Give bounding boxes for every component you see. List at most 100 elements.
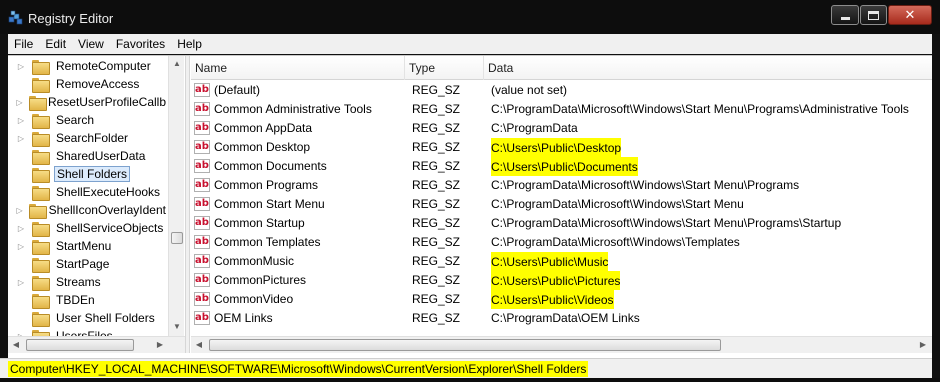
- tree-vertical-scroll-thumb[interactable]: [171, 232, 183, 244]
- list-row[interactable]: ab Common Start Menu REG_SZ C:\ProgramDa…: [191, 195, 932, 214]
- list-horizontal-scroll-thumb[interactable]: [209, 339, 721, 351]
- list-row[interactable]: ab OEM Links REG_SZ C:\ProgramData\OEM L…: [191, 309, 932, 328]
- tree-vertical-scrollbar[interactable]: ▲ ▼: [168, 56, 184, 336]
- menu-file[interactable]: File: [8, 37, 39, 51]
- expand-arrow-icon[interactable]: ▷: [16, 98, 23, 107]
- tree-item-label: UsersFiles: [56, 329, 113, 336]
- expand-arrow-icon[interactable]: ▷: [16, 242, 26, 251]
- scroll-right-icon[interactable]: ▶: [915, 337, 931, 353]
- tree-item-label: RemoveAccess: [56, 77, 140, 91]
- value-name: CommonMusic: [214, 254, 295, 268]
- value-type: REG_SZ: [412, 121, 461, 135]
- folder-icon: [32, 131, 50, 147]
- list-row[interactable]: ab CommonVideo REG_SZ C:\Users\Public\Vi…: [191, 290, 932, 309]
- value-type: REG_SZ: [412, 273, 461, 287]
- pane-splitter[interactable]: [185, 56, 190, 353]
- title-bar[interactable]: Registry Editor ✕: [0, 0, 940, 34]
- value-data: C:\ProgramData\Microsoft\Windows\Start M…: [491, 216, 842, 230]
- tree-item[interactable]: ▷ ShellIconOverlayIdent: [8, 201, 168, 219]
- list-row[interactable]: ab (Default) REG_SZ (value not set): [191, 81, 932, 100]
- folder-icon: [32, 257, 50, 273]
- column-header-name[interactable]: Name: [191, 56, 405, 80]
- menu-edit[interactable]: Edit: [39, 37, 72, 51]
- tree-item[interactable]: ▷ Search: [8, 111, 168, 129]
- scroll-up-icon[interactable]: ▲: [169, 56, 184, 72]
- value-data: (value not set): [491, 83, 568, 97]
- scroll-left-icon[interactable]: ◀: [191, 337, 207, 353]
- minimize-button[interactable]: [831, 5, 859, 25]
- tree-item[interactable]: ▷ SearchFolder: [8, 129, 168, 147]
- tree-item[interactable]: ▷ UsersFiles: [8, 327, 168, 336]
- tree-item[interactable]: TBDEn: [8, 291, 168, 309]
- value-name: (Default): [214, 83, 261, 97]
- tree-item[interactable]: ▷ RemoteComputer: [8, 57, 168, 75]
- list-row[interactable]: ab Common Startup REG_SZ C:\ProgramData\…: [191, 214, 932, 233]
- expand-arrow-icon[interactable]: ▷: [16, 224, 26, 233]
- folder-icon: [32, 221, 50, 237]
- folder-icon: [32, 149, 50, 165]
- list-header: Name Type Data: [191, 56, 932, 80]
- tree-item[interactable]: ▷ Streams: [8, 273, 168, 291]
- list-row[interactable]: ab CommonPictures REG_SZ C:\Users\Public…: [191, 271, 932, 290]
- tree-item[interactable]: ▷ ShellServiceObjects: [8, 219, 168, 237]
- folder-icon: [29, 95, 47, 111]
- list-row[interactable]: ab Common Templates REG_SZ C:\ProgramDat…: [191, 233, 932, 252]
- tree-item[interactable]: ShellExecuteHooks: [8, 183, 168, 201]
- list-row[interactable]: ab CommonMusic REG_SZ C:\Users\Public\Mu…: [191, 252, 932, 271]
- menu-favorites[interactable]: Favorites: [110, 37, 171, 51]
- expand-arrow-icon[interactable]: ▷: [16, 134, 26, 143]
- maximize-icon: [868, 10, 879, 20]
- maximize-button[interactable]: [860, 5, 887, 25]
- value-name: CommonPictures: [214, 273, 307, 287]
- string-value-icon: ab: [194, 140, 210, 154]
- list-row[interactable]: ab Common Programs REG_SZ C:\ProgramData…: [191, 176, 932, 195]
- column-header-type[interactable]: Type: [405, 56, 484, 80]
- expand-arrow-icon[interactable]: ▷: [16, 206, 23, 215]
- column-header-data[interactable]: Data: [484, 56, 932, 80]
- status-bar: Computer\HKEY_LOCAL_MACHINE\SOFTWARE\Mic…: [0, 358, 932, 378]
- tree-item[interactable]: ▷ ResetUserProfileCallb: [8, 93, 168, 111]
- tree-horizontal-scroll-thumb[interactable]: [26, 339, 134, 351]
- list-row[interactable]: ab Common Administrative Tools REG_SZ C:…: [191, 100, 932, 119]
- tree-item-label: Search: [56, 113, 95, 127]
- value-type: REG_SZ: [412, 159, 461, 173]
- value-data: C:\ProgramData\Microsoft\Windows\Templat…: [491, 235, 740, 249]
- list-row[interactable]: ab Common Documents REG_SZ C:\Users\Publ…: [191, 157, 932, 176]
- tree-item[interactable]: StartPage: [8, 255, 168, 273]
- scroll-right-icon[interactable]: ▶: [152, 337, 168, 353]
- folder-icon: [32, 167, 50, 183]
- list-horizontal-scrollbar[interactable]: ◀ ▶: [191, 336, 932, 353]
- list-row[interactable]: ab Common Desktop REG_SZ C:\Users\Public…: [191, 138, 932, 157]
- tree-item-label: ResetUserProfileCallb: [47, 95, 166, 109]
- tree-item[interactable]: User Shell Folders: [8, 309, 168, 327]
- tree-item[interactable]: RemoveAccess: [8, 75, 168, 93]
- value-type: REG_SZ: [412, 197, 461, 211]
- tree-item-shell-folders[interactable]: Shell Folders: [8, 165, 168, 183]
- folder-icon: [29, 203, 48, 219]
- value-type: REG_SZ: [412, 83, 461, 97]
- value-name: Common Administrative Tools: [214, 102, 372, 116]
- string-value-icon: ab: [194, 292, 210, 306]
- expand-arrow-icon[interactable]: ▷: [16, 116, 26, 125]
- string-value-icon: ab: [194, 178, 210, 192]
- tree-horizontal-scrollbar[interactable]: ◀ ▶: [8, 336, 185, 353]
- tree-item[interactable]: SharedUserData: [8, 147, 168, 165]
- string-value-icon: ab: [194, 216, 210, 230]
- folder-icon: [32, 113, 50, 129]
- list-row[interactable]: ab Common AppData REG_SZ C:\ProgramData: [191, 119, 932, 138]
- string-value-icon: ab: [194, 235, 210, 249]
- value-type: REG_SZ: [412, 140, 461, 154]
- scroll-left-icon[interactable]: ◀: [8, 337, 24, 353]
- tree-item[interactable]: ▷ StartMenu: [8, 237, 168, 255]
- tree-item-label: Streams: [56, 275, 101, 289]
- menu-help[interactable]: Help: [171, 37, 208, 51]
- scroll-down-icon[interactable]: ▼: [169, 319, 184, 335]
- menu-bar: File Edit View Favorites Help: [8, 34, 932, 54]
- value-data: C:\ProgramData\Microsoft\Windows\Start M…: [491, 197, 744, 211]
- close-button[interactable]: ✕: [888, 5, 932, 25]
- expand-arrow-icon[interactable]: ▷: [16, 62, 26, 71]
- expand-arrow-icon[interactable]: ▷: [16, 278, 26, 287]
- menu-view[interactable]: View: [72, 37, 110, 51]
- folder-icon: [32, 77, 50, 93]
- string-value-icon: ab: [194, 197, 210, 211]
